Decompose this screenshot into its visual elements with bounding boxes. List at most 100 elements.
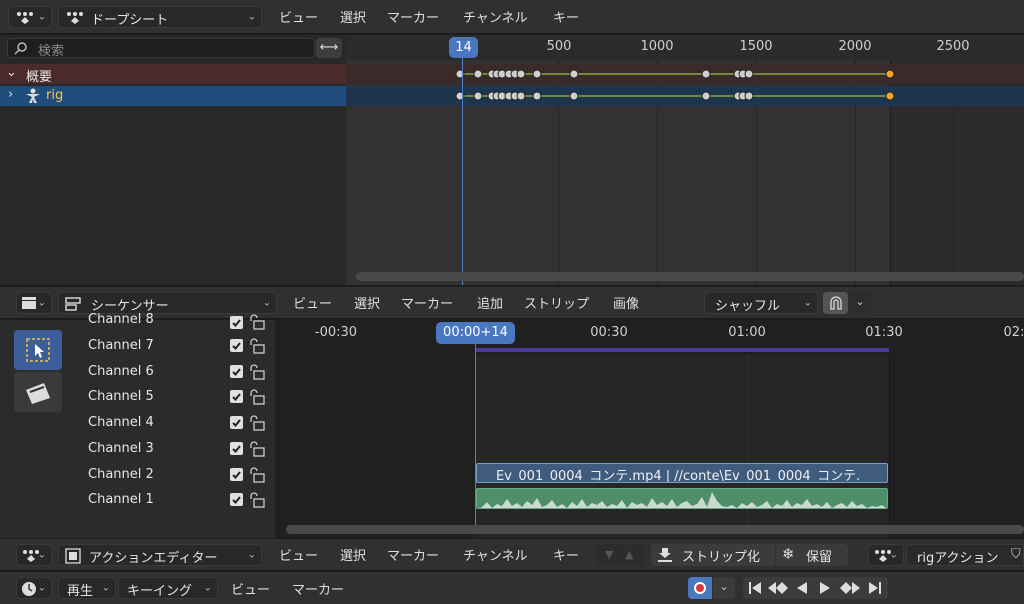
channel-mute-checkbox[interactable] [230,442,243,455]
unlock-icon[interactable] [248,389,266,409]
keyframe-selected[interactable] [885,69,895,79]
mode-select[interactable]: アクションエディター ⌄ [58,544,262,566]
menu-marker[interactable]: マーカー [401,287,453,318]
jump-end-icon[interactable] [867,581,883,599]
channel-name[interactable]: Channel 8 [88,312,154,327]
menu-strip[interactable]: ストリップ [524,287,589,318]
menu-marker[interactable]: マーカー [387,539,439,570]
sound-strip[interactable] [476,488,888,509]
action-browse-button[interactable]: ⌄ [868,544,904,566]
action-name-field[interactable]: rigアクション ⛉ [906,544,1024,566]
channel-mute-checkbox[interactable] [230,416,243,429]
menu-add[interactable]: 追加 [477,287,503,318]
keyframe[interactable] [473,69,483,79]
unlock-icon[interactable] [248,415,266,435]
editor-type-button[interactable]: ⌄ [16,577,52,599]
unlock-icon[interactable] [248,364,266,384]
unlock-icon[interactable] [248,492,266,512]
menu-view[interactable]: ビュー [231,572,270,604]
menu-channel[interactable]: チャンネル [463,0,528,33]
blade-tool[interactable] [14,372,62,412]
layer-nav-buttons[interactable]: ▼ ▲ [597,544,645,566]
chevron-right-icon[interactable]: › [8,87,13,102]
chevron-down-icon[interactable]: ⌄ [6,65,17,80]
channel-mute-checkbox[interactable] [230,339,243,352]
channel-name[interactable]: Channel 5 [88,389,154,404]
channel-mute-checkbox[interactable] [230,316,243,329]
next-keyframe-icon[interactable] [839,581,861,599]
keyframe[interactable] [569,69,579,79]
stash-button[interactable]: ストリップ化 [651,544,775,566]
triangle-up-icon[interactable]: ▲ [625,544,633,566]
menu-view[interactable]: ビュー [293,287,332,318]
channel-name[interactable]: Channel 2 [88,467,154,482]
movie-strip[interactable]: Ev_001_0004_コンテ.mp4 | //conte\Ev_001_000… [476,463,888,483]
menu-marker[interactable]: マーカー [292,572,344,604]
horizontal-scrollbar[interactable] [286,525,1024,534]
keyframe[interactable] [532,69,542,79]
playback-menu[interactable]: 再生 ⌄ [58,577,116,599]
select-box-tool[interactable] [14,330,62,370]
editor-type-button[interactable]: ⌄ [8,6,52,28]
menu-channel[interactable]: チャンネル [463,539,528,570]
snapping-toggle[interactable] [823,292,848,314]
editor-type-button[interactable]: ⌄ [16,292,52,314]
keyframe[interactable] [455,69,465,79]
play-reverse-icon[interactable] [795,581,809,599]
channel-mute-checkbox[interactable] [230,493,243,506]
unlock-icon[interactable] [248,314,266,334]
shield-icon[interactable]: ⛉ [1011,547,1021,562]
keyframe-selected[interactable] [885,91,895,101]
push-down-button[interactable]: ❄ 保留 [776,544,848,566]
keying-menu[interactable]: キーイング ⌄ [118,577,218,599]
channel-mute-checkbox[interactable] [230,468,243,481]
menu-select[interactable]: 選択 [340,0,366,33]
unlock-icon[interactable] [248,467,266,487]
keyframe[interactable] [516,91,526,101]
keyframe[interactable] [744,91,754,101]
menu-view[interactable]: ビュー [279,0,318,33]
menu-image[interactable]: 画像 [613,287,639,318]
channel-name[interactable]: Channel 4 [88,415,154,430]
menu-key[interactable]: キー [553,539,579,570]
channel-summary[interactable]: ⌄ 概要 [0,64,346,85]
jump-start-icon[interactable] [747,581,763,599]
channel-rig[interactable]: › rig [0,86,346,106]
channel-mute-checkbox[interactable] [230,365,243,378]
swap-arrows-button[interactable]: ⟷ [316,38,342,58]
auto-keying-toggle[interactable] [688,577,712,599]
channel-name[interactable]: Channel 3 [88,441,154,456]
snapping-options-button[interactable]: ⌄ [849,292,871,314]
menu-view[interactable]: ビュー [279,539,318,570]
channel-name[interactable]: Channel 6 [88,364,154,379]
keyframe[interactable] [744,69,754,79]
channel-name[interactable]: Channel 1 [88,492,154,507]
keyframe[interactable] [473,91,483,101]
keyframe[interactable] [532,91,542,101]
menu-key[interactable]: キー [553,0,579,33]
channel-name[interactable]: Channel 7 [88,338,154,353]
menu-marker[interactable]: マーカー [387,0,439,33]
keyframe[interactable] [701,69,711,79]
keyframe[interactable] [455,91,465,101]
mode-select[interactable]: ドープシート ⌄ [58,6,262,28]
triangle-down-icon[interactable]: ▼ [605,544,613,566]
mode-select[interactable]: シーケンサー ⌄ [58,292,277,314]
search-input[interactable]: 検索 [7,38,315,59]
current-frame-indicator[interactable]: 14 [449,37,478,58]
keyframe[interactable] [516,69,526,79]
editor-type-button[interactable]: ⌄ [16,544,52,566]
prev-keyframe-icon[interactable] [767,581,789,599]
auto-keying-options[interactable]: ⌄ [713,577,735,599]
unlock-icon[interactable] [248,441,266,461]
snap-mode-select[interactable]: シャッフル ⌄ [704,292,818,314]
unlock-icon[interactable] [248,338,266,358]
channel-mute-checkbox[interactable] [230,390,243,403]
keyframe[interactable] [569,91,579,101]
horizontal-scrollbar[interactable] [356,272,1024,281]
menu-select[interactable]: 選択 [354,287,380,318]
menu-select[interactable]: 選択 [340,539,366,570]
keyframe[interactable] [701,91,711,101]
play-icon[interactable] [818,581,832,599]
current-time-indicator[interactable]: 00:00+14 [436,322,515,344]
